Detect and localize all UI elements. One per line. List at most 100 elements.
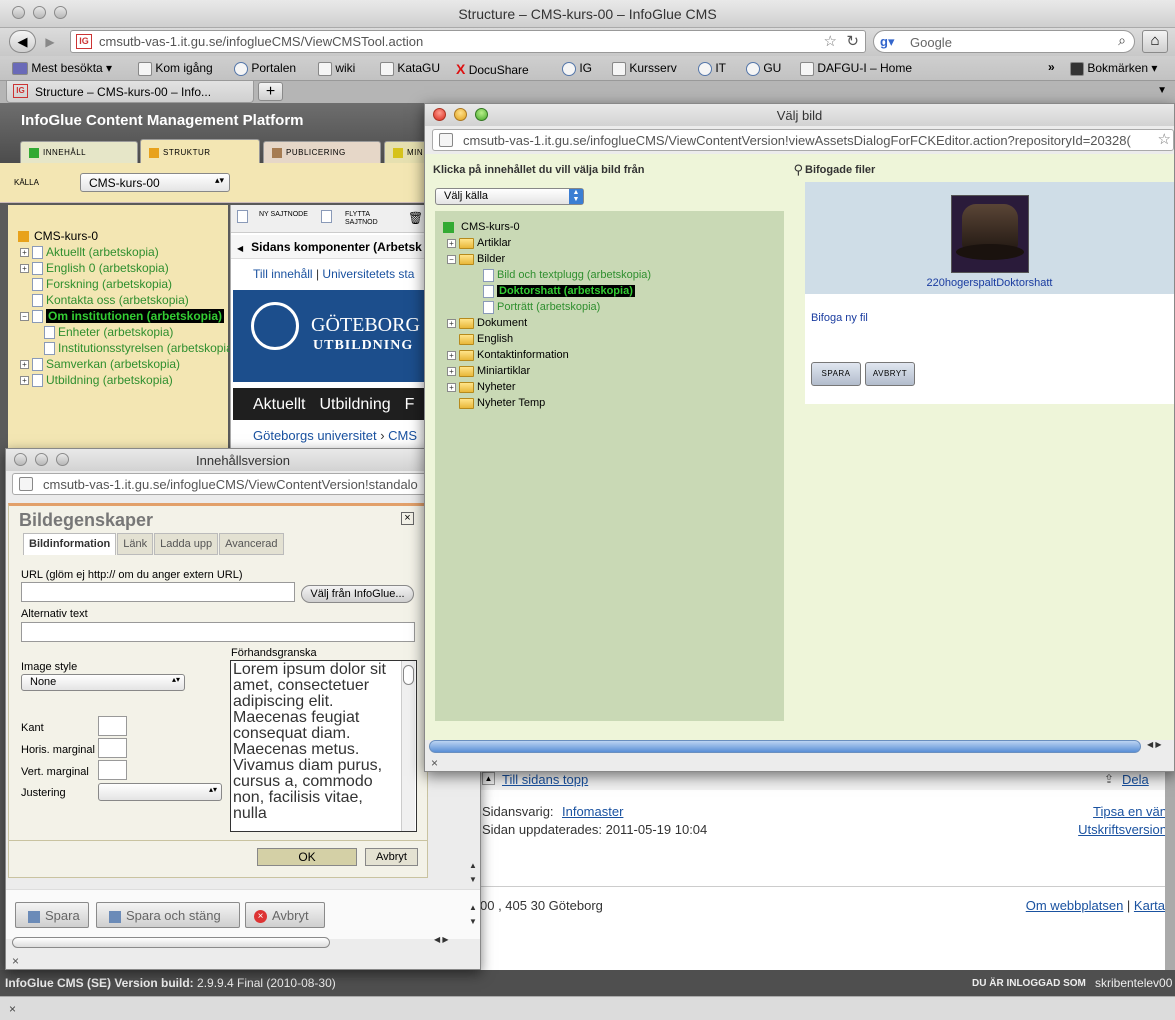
ci-cancel-button[interactable]: AVBRYT [865,362,915,386]
responsible-link[interactable]: Infomaster [562,804,623,819]
bookmark-star-icon[interactable]: ☆ [824,32,837,50]
ok-button[interactable]: OK [257,848,357,866]
tab-lank[interactable]: Länk [117,533,154,555]
vmargin-input[interactable] [98,760,127,780]
url-input[interactable] [21,582,295,602]
tab-struktur[interactable]: STRUKTUR [140,139,260,163]
tab-structure[interactable]: IG Structure – CMS-kurs-00 – Info... [6,81,254,103]
bookmark-most-visited[interactable]: Mest besökta ▾ [12,61,112,76]
choose-source-select[interactable]: Välj källa ▲ ▼ [435,188,584,205]
cv-hscroll[interactable] [10,937,452,950]
dialog-cancel-button[interactable]: Avbryt [365,848,418,866]
magnifier-icon[interactable]: ⚲ [793,162,803,178]
preview-scrollbar[interactable] [401,661,415,831]
map-link[interactable]: Karta [1134,898,1165,913]
link-universitetets[interactable]: Universitetets sta [322,267,414,281]
bookmark-ig[interactable]: IG [562,61,592,76]
bookmarks-menu[interactable]: Bokmärken ▾ [1070,61,1157,76]
tab-bildinformation[interactable]: Bildinformation [23,533,117,555]
image-thumbnail[interactable] [951,195,1029,273]
hmargin-input[interactable] [98,738,127,758]
tab-avancerad[interactable]: Avancerad [219,533,284,555]
ci-hscroll[interactable] [429,740,1141,753]
search-bar[interactable]: g▾ Google ⌕ [873,30,1135,53]
ci-scroll-arrows[interactable]: ◀ ▶ [1147,740,1162,749]
print-link[interactable]: Utskriftsversion [1078,822,1167,837]
bookmark-docushare[interactable]: X DocuShare [456,61,529,77]
expand-icon[interactable]: + [447,318,456,328]
new-node-button[interactable] [237,210,251,223]
new-node-label[interactable]: NY SAJTNODE [259,211,309,219]
bookmark-katagu[interactable]: KataGU [380,61,440,76]
attach-link[interactable]: Bifoga ny fil [811,312,868,324]
close-statusbar-icon[interactable]: × [9,1002,16,1016]
expand-icon[interactable]: + [20,360,29,370]
nav-utbildning[interactable]: Utbildning [319,396,390,413]
expand-icon[interactable]: + [20,376,29,386]
expand-icon[interactable]: + [447,382,456,392]
ci-save-button[interactable]: SPARA [811,362,861,386]
tree-item[interactable]: Forskning (arbetskopia) [20,276,228,292]
tree-folder[interactable]: English [447,331,777,347]
expand-icon[interactable]: + [20,264,29,274]
bookmark-dafgu[interactable]: DAFGU-I – Home [800,61,912,76]
tree-root[interactable]: CMS-kurs-0 [18,228,98,244]
tree-document[interactable]: Porträtt (arbetskopia) [447,299,777,315]
tree-folder[interactable]: + Artiklar [447,235,777,251]
bookmark-gu[interactable]: GU [746,61,781,76]
link-till-innehall[interactable]: Till innehåll [253,267,313,281]
tab-ladda-upp[interactable]: Ladda upp [154,533,219,555]
tree-document[interactable]: Doktorshatt (arbetskopia) [447,283,777,299]
tree-item[interactable]: − Om institutionen (arbetskopia) [20,308,228,324]
expand-icon[interactable]: + [447,366,456,376]
about-link[interactable]: Om webbplatsen [1026,898,1124,913]
bookmark-wiki[interactable]: wiki [318,61,355,76]
collapse-icon[interactable]: ◀ [237,244,243,253]
tree-item[interactable]: + Utbildning (arbetskopia) [20,372,228,388]
tree-folder[interactable]: − Bilder [447,251,777,267]
source-select[interactable]: CMS-kurs-00 ▴▾ [80,173,230,192]
tree-item[interactable]: + Aktuellt (arbetskopia) [20,244,228,260]
choose-from-infoglue-button[interactable]: Välj från InfoGlue... [301,585,414,603]
tree-folder[interactable]: + Miniartiklar [447,363,777,379]
ci-close-statusbar-icon[interactable]: × [431,756,438,770]
tree-item[interactable]: + Samverkan (arbetskopia) [20,356,228,372]
bookmark-kursserv[interactable]: Kursserv [612,61,677,76]
breadcrumb-gu[interactable]: Göteborgs universitet [253,428,377,443]
search-icon[interactable]: ⌕ [1118,32,1126,49]
tab-list-icon[interactable]: ▼ [1157,85,1167,96]
share-icon[interactable]: ⇪ [1104,772,1114,786]
save-close-button[interactable]: Spara och stäng [96,902,240,928]
tip-link[interactable]: Tipsa en vän [1093,804,1167,819]
back-button[interactable]: ◀ [9,30,36,53]
expand-icon[interactable]: − [20,312,29,322]
to-top-link[interactable]: Till sidans topp [502,772,588,787]
bookmark-it[interactable]: IT [698,61,726,76]
trash-icon[interactable]: 🗑 [408,211,423,225]
cv-scroll-arrows[interactable]: ◀ ▶ [434,935,449,944]
save-button[interactable]: Spara [15,902,89,928]
bookmark-portalen[interactable]: Portalen [234,61,296,76]
tree-document[interactable]: Bild och textplugg (arbetskopia) [447,267,777,283]
tab-publicering[interactable]: PUBLICERING [263,141,381,163]
bookmark-star-icon[interactable]: ☆ [1157,130,1171,148]
tree-folder[interactable]: + Kontaktinformation [447,347,777,363]
new-tab-button[interactable]: + [258,82,283,101]
border-input[interactable] [98,716,127,736]
nav-aktuellt[interactable]: Aktuellt [253,396,305,413]
ci-tree-root[interactable]: CMS-kurs-0 [443,219,520,235]
reload-icon[interactable]: ↻ [846,32,859,50]
cv-vscroll[interactable]: ▲ ▼ ▲ ▼ [468,859,478,937]
tree-item[interactable]: Institutionsstyrelsen (arbetskopia) [20,340,237,356]
tree-item[interactable]: Enheter (arbetskopia) [20,324,228,340]
expand-icon[interactable]: + [447,350,456,360]
expand-icon[interactable]: − [447,254,456,264]
tree-folder[interactable]: Nyheter Temp [447,395,777,411]
expand-icon[interactable]: + [447,238,456,248]
move-node-label[interactable]: FLYTTA SAJTNOD [345,211,395,227]
bookmark-get-started[interactable]: Kom igång [138,61,213,76]
forward-button[interactable]: ▶ [39,32,61,52]
tree-item[interactable]: Kontakta oss (arbetskopia) [20,292,228,308]
bookmarks-overflow-icon[interactable]: » [1048,60,1055,74]
tree-item[interactable]: + English 0 (arbetskopia) [20,260,228,276]
